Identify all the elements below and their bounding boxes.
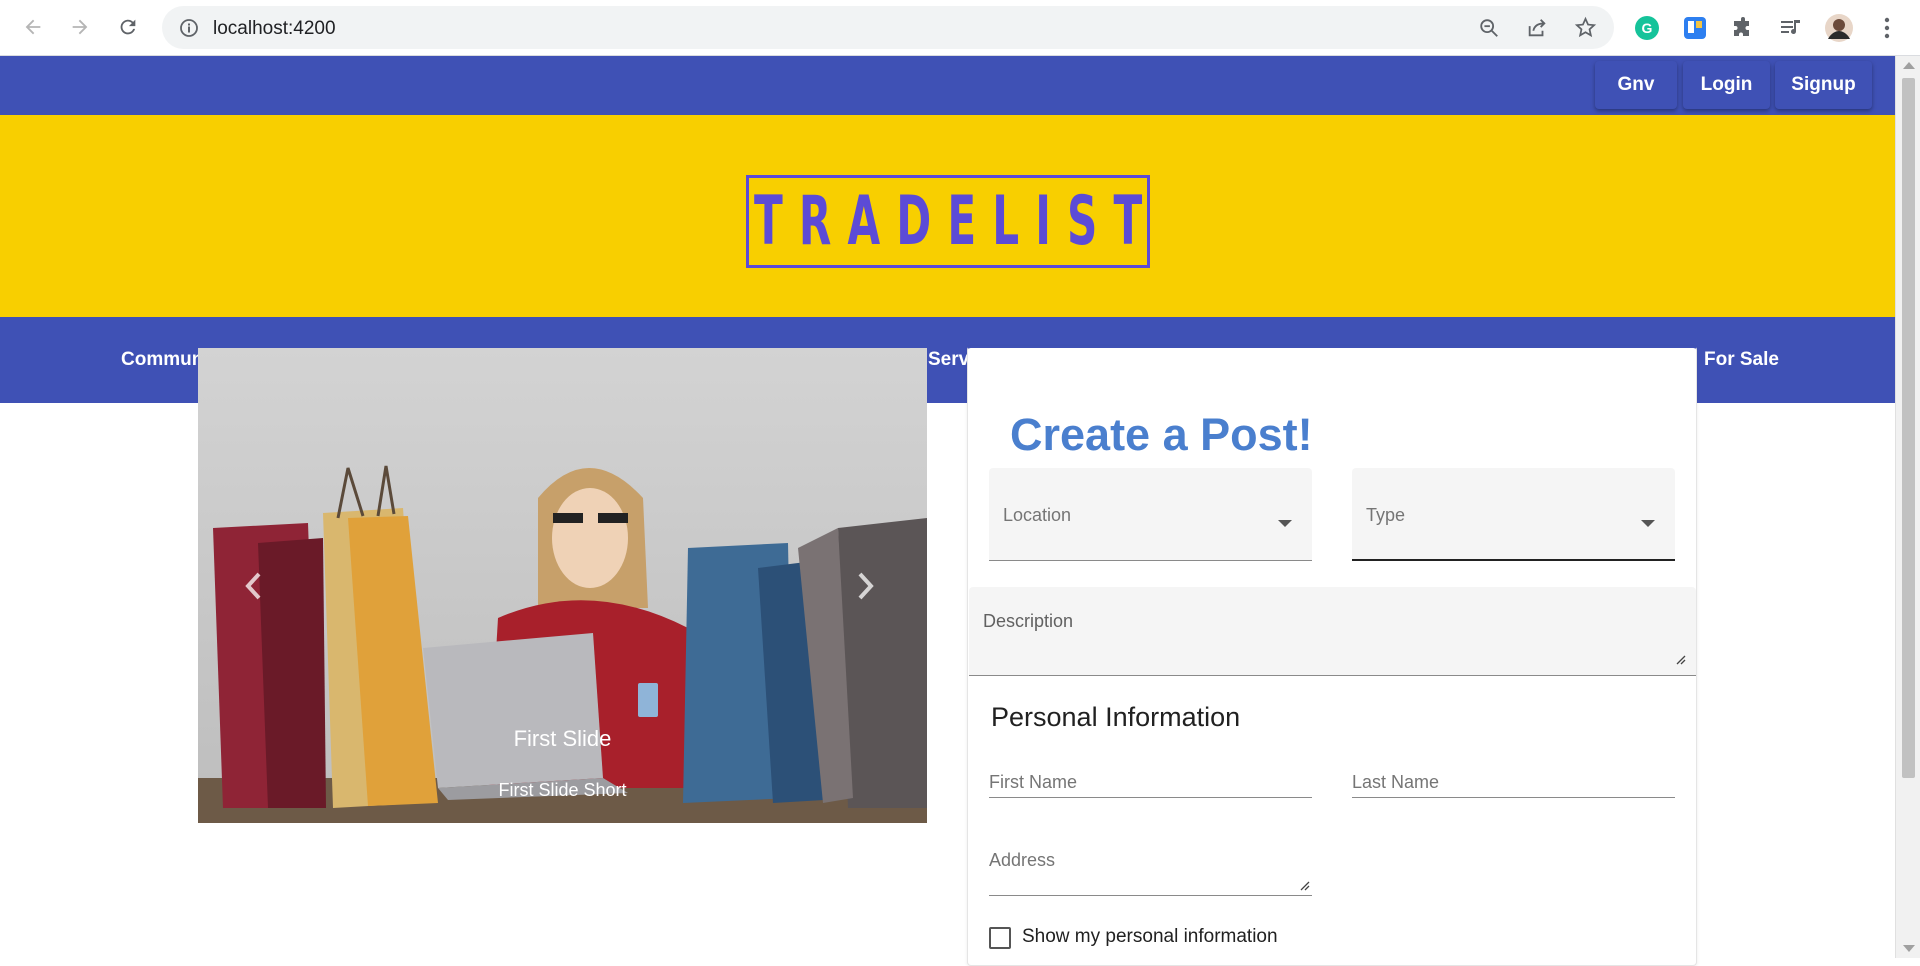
- svg-text:G: G: [1642, 20, 1653, 36]
- gnv-button[interactable]: Gnv: [1595, 61, 1677, 109]
- address-textarea[interactable]: Address: [989, 842, 1312, 896]
- scroll-down-arrow-icon[interactable]: [1903, 945, 1915, 952]
- board-icon: [1684, 17, 1706, 39]
- reload-button[interactable]: [112, 11, 144, 43]
- forward-arrow-icon: [72, 19, 88, 35]
- browser-menu-button[interactable]: [1871, 12, 1903, 44]
- address-label: Address: [989, 850, 1056, 870]
- share-icon[interactable]: [1526, 17, 1548, 39]
- reload-icon: [120, 19, 136, 35]
- page-scrollbar[interactable]: [1895, 56, 1920, 958]
- slide-subtitle: First Slide Short: [498, 780, 627, 800]
- forward-button[interactable]: [64, 11, 96, 43]
- type-select[interactable]: Type: [1352, 468, 1675, 561]
- dropdown-caret-icon: [1641, 520, 1655, 527]
- first-name-field[interactable]: First Name: [989, 764, 1312, 798]
- description-label: Description: [983, 611, 1074, 631]
- tradelist-logo[interactable]: TRADELIST: [746, 175, 1150, 268]
- zoom-icon[interactable]: [1478, 17, 1500, 39]
- top-bar: Gnv Login Signup: [0, 56, 1895, 115]
- first-name-label: First Name: [989, 772, 1078, 792]
- image-carousel: First Slide First Slide Short: [198, 348, 927, 823]
- site-info-icon: [180, 19, 198, 37]
- browser-toolbar: localhost:4200 G: [0, 0, 1920, 56]
- playlist-icon: [1781, 20, 1800, 35]
- avatar-icon: [1825, 14, 1853, 42]
- signup-button[interactable]: Signup: [1775, 61, 1872, 109]
- show-info-label[interactable]: Show my personal information: [1022, 926, 1278, 948]
- form-title: Create a Post!: [1010, 409, 1313, 460]
- resize-handle-icon[interactable]: [1674, 653, 1686, 665]
- nav-for-sale[interactable]: For Sale: [1704, 317, 1779, 403]
- brand-banner: TRADELIST: [0, 115, 1895, 317]
- address-bar[interactable]: localhost:4200: [162, 6, 1614, 49]
- resize-handle-icon[interactable]: [1298, 879, 1310, 891]
- puzzle-icon: [1734, 17, 1749, 36]
- chevron-right-icon: [858, 572, 874, 600]
- profile-avatar[interactable]: [1823, 12, 1855, 44]
- carousel-prev-button[interactable]: [238, 566, 268, 606]
- grammarly-extension[interactable]: G: [1631, 12, 1663, 44]
- bookmark-star-icon[interactable]: [1574, 16, 1597, 39]
- trello-extension[interactable]: [1679, 12, 1711, 44]
- kebab-menu-icon: [1884, 17, 1890, 39]
- carousel-next-button[interactable]: [851, 566, 881, 606]
- scrollbar-thumb[interactable]: [1902, 78, 1915, 778]
- type-label: Type: [1366, 505, 1406, 525]
- last-name-field[interactable]: Last Name: [1352, 764, 1675, 798]
- location-label: Location: [1003, 505, 1072, 525]
- show-info-checkbox[interactable]: [989, 927, 1011, 949]
- dropdown-caret-icon: [1278, 520, 1292, 527]
- login-button[interactable]: Login: [1683, 61, 1770, 109]
- chevron-left-icon: [245, 572, 261, 600]
- personal-info-heading: Personal Information: [991, 702, 1241, 732]
- slide-title: First Slide: [513, 726, 612, 751]
- last-name-label: Last Name: [1352, 772, 1440, 792]
- url-text: localhost:4200: [213, 18, 336, 39]
- extensions-button[interactable]: [1727, 12, 1759, 44]
- scroll-up-arrow-icon[interactable]: [1903, 62, 1915, 69]
- grammarly-icon: G: [1635, 16, 1659, 40]
- back-arrow-icon: [25, 19, 41, 35]
- logo-text: TRADELIST: [753, 182, 1159, 261]
- description-textarea[interactable]: Description: [969, 587, 1696, 676]
- media-control-button[interactable]: [1775, 12, 1807, 44]
- back-button[interactable]: [17, 11, 49, 43]
- location-select[interactable]: Location: [989, 468, 1312, 561]
